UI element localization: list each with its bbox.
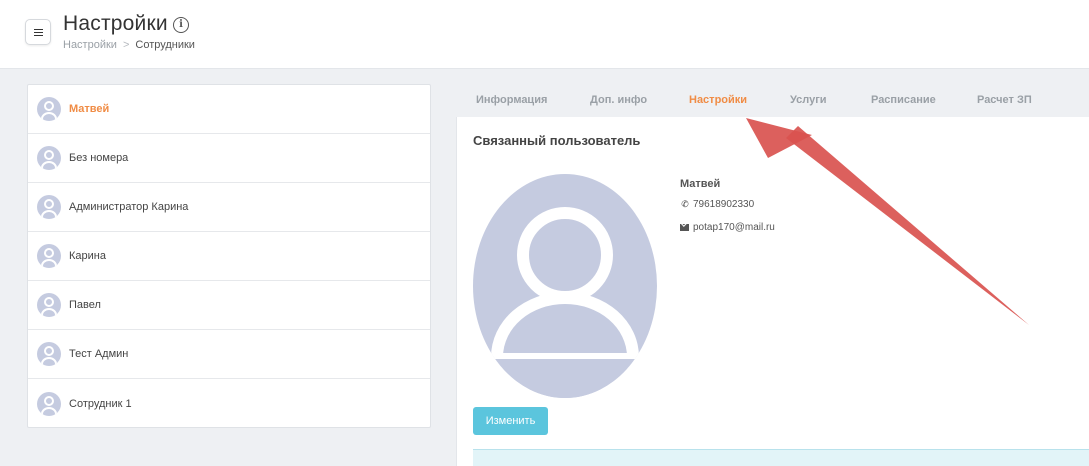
settings-panel: Связанный пользователь Матвей ✆ 79618902… [456,117,1089,466]
employee-item[interactable]: Карина [28,232,430,281]
employee-item[interactable]: Администратор Карина [28,183,430,232]
breadcrumb-root[interactable]: Настройки [63,39,117,51]
change-user-button[interactable]: Изменить [473,407,548,435]
avatar-icon [37,293,61,317]
tab-salary[interactable]: Расчет ЗП [977,94,1032,106]
avatar-icon [37,391,61,416]
employee-name: Администратор Карина [69,201,189,213]
user-avatar [473,174,657,398]
user-email: potap170@mail.ru [693,222,775,233]
menu-toggle-button[interactable] [25,19,51,45]
phone-icon: ✆ [681,199,689,209]
breadcrumb: Настройки > Сотрудники [63,39,195,51]
avatar-icon [37,244,61,268]
employee-name: Тест Админ [69,348,129,360]
employee-item[interactable]: Тест Админ [28,330,430,379]
envelope-icon [680,224,689,231]
tab-settings[interactable]: Настройки [689,94,747,106]
employee-list: Матвей Без номера Администратор Карина К… [27,84,431,428]
user-email-row: potap170@mail.ru [680,222,775,233]
panel-title: Связанный пользователь [473,133,641,148]
tab-info[interactable]: Информация [476,94,547,106]
user-phone-row: ✆ 79618902330 [680,199,754,210]
tab-services[interactable]: Услуги [790,94,827,106]
linked-user-name: Матвей [680,178,721,190]
avatar-icon [37,97,61,121]
info-alert-box [473,449,1089,466]
user-phone: 79618902330 [693,199,755,210]
employee-item[interactable]: Сотрудник 1 [28,379,430,428]
employee-name: Карина [69,250,106,262]
employee-name: Павел [69,299,101,311]
employee-name: Без номера [69,152,129,164]
tab-extra-info[interactable]: Доп. инфо [590,94,647,106]
avatar-icon [37,146,61,170]
avatar-icon [37,342,61,366]
breadcrumb-separator: > [122,39,130,51]
employee-name: Матвей [69,103,110,115]
page-header: Настройки i Настройки > Сотрудники [0,0,1089,69]
employee-item[interactable]: Павел [28,281,430,330]
tab-schedule[interactable]: Расписание [871,94,936,106]
employee-name: Сотрудник 1 [69,397,132,410]
hamburger-icon [33,28,43,37]
employee-item[interactable]: Без номера [28,134,430,183]
page-title: Настройки [63,12,168,35]
employee-item[interactable]: Матвей [28,85,430,134]
avatar-icon [37,195,61,219]
breadcrumb-current: Сотрудники [135,39,195,51]
info-icon[interactable]: i [173,17,189,33]
